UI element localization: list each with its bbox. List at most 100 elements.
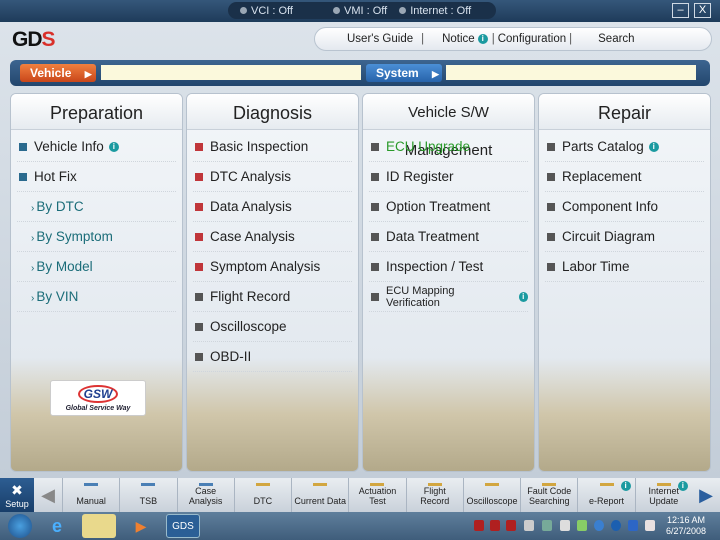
vehicle-field[interactable] <box>101 65 361 80</box>
menu-list: Basic Inspection DTC Analysis Data Analysi… <box>187 130 358 372</box>
explorer-icon[interactable] <box>82 514 116 538</box>
menu-item-parts-catalog[interactable]: Parts Catalog i <box>545 132 704 162</box>
menu-item-ecu-mapping-verification[interactable]: ECU Mapping Verification i <box>369 282 528 312</box>
menu-item-data-analysis[interactable]: Data Analysis <box>193 192 352 222</box>
tray-icon[interactable] <box>474 520 484 531</box>
vehicle-button[interactable]: Vehicle ▶ <box>20 64 96 82</box>
toolbar-item-icon <box>599 483 614 486</box>
menu-item-vehicle-info[interactable]: Vehicle Info i <box>17 132 176 162</box>
toolbar-item-label: Fault Code Searching <box>527 486 572 506</box>
minimize-button[interactable]: – <box>672 3 689 18</box>
setup-button[interactable]: ✖ Setup <box>0 478 34 512</box>
menu-item-hot-fix[interactable]: Hot Fix <box>17 162 176 192</box>
toolbar-case-analysis[interactable]: Case Analysis <box>176 478 234 512</box>
clock[interactable]: 12:16 AM 6/27/2008 <box>666 515 706 537</box>
menu-item-by-model[interactable]: By Model <box>17 252 176 282</box>
close-button[interactable]: X <box>694 3 711 18</box>
menu-item-label: ECU Upgrade <box>386 139 471 154</box>
connection-status: VCI : Off VMI : Off Internet : Off <box>228 2 496 19</box>
toolbar-manual[interactable]: Manual <box>62 478 119 512</box>
column-title: Repair <box>539 94 710 130</box>
menu-bullet-icon <box>195 352 203 361</box>
bluetooth-icon[interactable] <box>611 520 621 531</box>
vmi-status: VMI : Off <box>332 4 388 17</box>
internet-status: Internet : Off <box>399 5 471 17</box>
menu-item-flight-record[interactable]: Flight Record <box>193 282 352 312</box>
menu-item-basic-inspection[interactable]: Basic Inspection <box>193 132 352 162</box>
menu-item-case-analysis[interactable]: Case Analysis <box>193 222 352 252</box>
menu-bullet-icon <box>195 172 203 181</box>
volume-icon[interactable] <box>560 520 570 531</box>
menu-bullet-icon <box>195 202 203 211</box>
system-label: System <box>376 66 419 80</box>
users-guide-link[interactable]: User's Guide <box>339 33 421 45</box>
tray-icon[interactable] <box>628 520 638 531</box>
system-field[interactable] <box>446 65 696 80</box>
scroll-right-button[interactable]: ▶ <box>692 478 720 512</box>
menu-item-label: Flight Record <box>210 289 291 304</box>
toolbar-fault-code-searching[interactable]: Fault Code Searching <box>520 478 577 512</box>
toolbar-current-data[interactable]: Current Data <box>291 478 348 512</box>
configuration-link[interactable]: Configuration <box>495 33 569 45</box>
tray-icon[interactable] <box>594 520 604 531</box>
menu-item-label: By VIN <box>17 289 78 304</box>
menu-item-label: Option Treatment <box>386 199 491 214</box>
menu-item-data-treatment[interactable]: Data Treatment <box>369 222 528 252</box>
menu-item-by-vin[interactable]: By VIN <box>17 282 176 312</box>
menu-bullet-icon <box>371 142 379 151</box>
toolbar-actuation-test[interactable]: Actuation Test <box>348 478 405 512</box>
internet-explorer-icon[interactable]: e <box>40 514 74 538</box>
column-title: Preparation <box>11 94 182 130</box>
vehicle-label: Vehicle <box>30 66 72 80</box>
setup-label: Setup <box>5 499 29 509</box>
menu-item-label: By DTC <box>17 199 83 214</box>
toolbar-internet-update[interactable]: Internet Update i <box>634 478 692 512</box>
notice-link[interactable]: Notice <box>434 33 478 45</box>
menu-item-replacement[interactable]: Replacement <box>545 162 704 192</box>
menu-column-vehicle-s-w-management: Vehicle S/W Management ECU Upgrade ID Regi… <box>362 93 535 472</box>
toolbar-dtc[interactable]: DTC <box>233 478 291 512</box>
toolbar-item-icon <box>84 483 99 486</box>
menu-item-label: Circuit Diagram <box>562 229 656 244</box>
toolbar-item-icon <box>370 483 385 486</box>
vmi-label: VMI : Off <box>343 4 388 17</box>
menu-item-label: Component Info <box>562 199 659 214</box>
tray-icon[interactable] <box>542 520 552 531</box>
tray-icon[interactable] <box>645 520 655 531</box>
media-player-icon[interactable]: ▶ <box>124 514 158 538</box>
menu-item-circuit-diagram[interactable]: Circuit Diagram <box>545 222 704 252</box>
menu-item-label: Data Treatment <box>386 229 480 244</box>
menu-bullet-icon <box>195 322 203 331</box>
menu-item-by-dtc[interactable]: By DTC <box>17 192 176 222</box>
toolbar-e-report[interactable]: e-Report i <box>577 478 634 512</box>
menu-item-dtc-analysis[interactable]: DTC Analysis <box>193 162 352 192</box>
system-button[interactable]: System ▶ <box>366 64 442 82</box>
toolbar-tsb[interactable]: TSB <box>119 478 176 512</box>
toolbar-oscilloscope[interactable]: Oscilloscope <box>462 478 520 512</box>
toolbar-item-icon <box>141 483 156 486</box>
tray-icon[interactable] <box>490 520 500 531</box>
menu-item-label: Data Analysis <box>210 199 292 214</box>
toolbar-item-label: Actuation Test <box>358 486 397 506</box>
gds-taskbar-button[interactable]: GDS <box>166 514 200 538</box>
network-icon[interactable] <box>577 520 587 531</box>
menu-item-label: Basic Inspection <box>210 139 309 154</box>
top-nav: User's Guide | Notice i | Configuration | Se… <box>314 27 712 51</box>
menu-bullet-icon <box>195 142 203 151</box>
internet-label: Internet : Off <box>410 4 472 17</box>
menu-item-labor-time[interactable]: Labor Time <box>545 252 704 282</box>
tray-icon[interactable] <box>506 520 516 531</box>
menu-item-option-treatment[interactable]: Option Treatment <box>369 192 528 222</box>
tray-icon[interactable] <box>524 520 534 531</box>
menu-item-obd-ii[interactable]: OBD-II <box>193 342 352 372</box>
search-link[interactable]: Search <box>590 33 642 45</box>
start-button[interactable] <box>8 514 32 538</box>
menu-item-label: OBD-II <box>210 349 252 364</box>
scroll-left-button[interactable]: ◀ <box>34 478 62 512</box>
menu-item-symptom-analysis[interactable]: Symptom Analysis <box>193 252 352 282</box>
toolbar-flight-record[interactable]: Flight Record <box>405 478 463 512</box>
menu-item-oscilloscope[interactable]: Oscilloscope <box>193 312 352 342</box>
menu-item-by-symptom[interactable]: By Symptom <box>17 222 176 252</box>
menu-item-component-info[interactable]: Component Info <box>545 192 704 222</box>
menu-item-inspection-test[interactable]: Inspection / Test <box>369 252 528 282</box>
